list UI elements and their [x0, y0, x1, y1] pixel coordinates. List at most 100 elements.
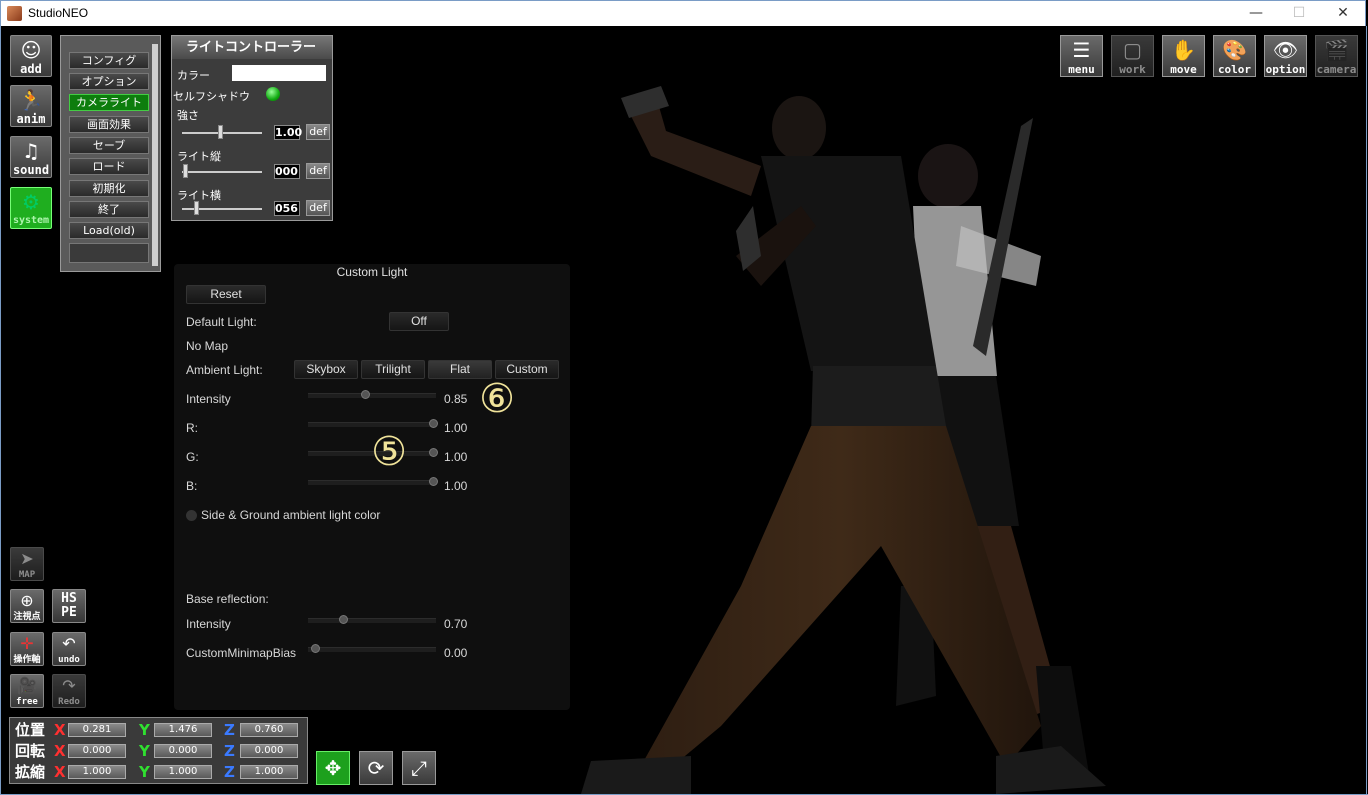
ambient-light-label: Ambient Light: — [186, 363, 263, 377]
intensity-slider-handle[interactable] — [361, 390, 370, 399]
window-frame-right — [1366, 26, 1367, 795]
side-ground-label: Side & Ground ambient light color — [201, 508, 381, 522]
position-y-field[interactable]: 1.476 — [154, 723, 212, 737]
close-button[interactable]: ✕ — [1320, 1, 1366, 27]
minimap-bias-slider[interactable] — [308, 647, 436, 652]
map-button[interactable]: ➤ MAP — [10, 547, 44, 581]
menu-screen-effect[interactable]: 画面効果 — [69, 116, 149, 133]
light-horizontal-def-button[interactable]: def — [306, 200, 330, 216]
menu-load-old[interactable]: Load(old) — [69, 222, 149, 239]
g-slider-handle[interactable] — [429, 448, 438, 457]
custom-light-panel: Custom Light Reset Default Light: Off No… — [174, 264, 570, 710]
scale-gizmo-button[interactable]: ⤢ — [402, 751, 436, 785]
work-button[interactable]: ▢ work — [1111, 35, 1154, 77]
camera-label: camera — [1316, 63, 1357, 76]
self-shadow-toggle[interactable] — [266, 87, 280, 101]
b-slider[interactable] — [308, 480, 436, 485]
camera-button[interactable]: 🎬 camera — [1315, 35, 1358, 77]
light-vertical-slider[interactable] — [182, 171, 262, 173]
menu-label: menu — [1068, 63, 1095, 76]
light-horizontal-label: ライト横 — [177, 189, 221, 202]
free-camera-button[interactable]: 🎥 free — [10, 674, 44, 708]
move-button[interactable]: ✋ move — [1162, 35, 1205, 77]
maximize-button[interactable]: ☐ — [1276, 1, 1322, 27]
redo-button[interactable]: ↷ Redo — [52, 674, 86, 708]
minimize-button[interactable]: — — [1233, 1, 1279, 27]
base-intensity-slider[interactable] — [308, 618, 436, 623]
move-gizmo-button[interactable]: ✥ — [316, 751, 350, 785]
default-light-label: Default Light: — [186, 315, 257, 329]
minimap-bias-value: 0.00 — [444, 646, 468, 660]
reset-button[interactable]: Reset — [186, 285, 266, 304]
work-label: work — [1119, 63, 1146, 76]
r-slider-handle[interactable] — [429, 419, 438, 428]
undo-button[interactable]: ↶ undo — [52, 632, 86, 666]
rotation-y-field[interactable]: 0.000 — [154, 744, 212, 758]
base-intensity-label: Intensity — [186, 617, 231, 631]
r-slider[interactable] — [308, 422, 436, 427]
strength-slider-handle[interactable] — [218, 125, 223, 139]
light-vertical-def-button[interactable]: def — [306, 163, 330, 179]
color-label: カラー — [177, 69, 210, 82]
rotate-icon: ⟳ — [367, 756, 385, 780]
light-vertical-handle[interactable] — [183, 164, 188, 178]
position-x-field[interactable]: 0.281 — [68, 723, 126, 737]
option-button[interactable]: 👁 option — [1264, 35, 1307, 77]
axis-button[interactable]: ✛ 操作軸 — [10, 632, 44, 666]
crosshair-icon: ⊕ — [20, 591, 34, 610]
ambient-trilight-button[interactable]: Trilight — [361, 360, 425, 379]
anim-icon: 🏃 — [18, 88, 44, 112]
scale-z-field[interactable]: 1.000 — [240, 765, 298, 779]
anim-button[interactable]: 🏃 anim — [10, 85, 52, 127]
menu-exit[interactable]: 終了 — [69, 201, 149, 218]
ambient-skybox-button[interactable]: Skybox — [294, 360, 358, 379]
scale-y-field[interactable]: 1.000 — [154, 765, 212, 779]
light-controller-panel: ライトコントローラー カラー セルフシャドウ 強さ 1.00 def ライト縦 … — [171, 35, 333, 221]
focus-point-button[interactable]: ⊕ 注視点 — [10, 589, 44, 623]
menu-icon: ☰ — [1072, 38, 1091, 62]
rotation-z-field[interactable]: 0.000 — [240, 744, 298, 758]
side-ground-checkbox[interactable] — [186, 510, 197, 521]
menu-load[interactable]: ロード — [69, 158, 149, 175]
intensity-value: 0.85 — [444, 392, 468, 406]
light-vertical-value[interactable]: 000 — [274, 164, 300, 179]
redo-label: Redo — [58, 697, 80, 707]
minimap-bias-handle[interactable] — [311, 644, 320, 653]
strength-def-button[interactable]: def — [306, 124, 330, 140]
system-button[interactable]: ⚙ system — [10, 187, 52, 229]
menu-config[interactable]: コンフィグ — [69, 52, 149, 69]
undo-icon: ↶ — [62, 634, 76, 653]
rotate-gizmo-button[interactable]: ⟳ — [359, 751, 393, 785]
add-button[interactable]: ☺ add — [10, 35, 52, 77]
hspe-button[interactable]: HS PE — [52, 589, 86, 623]
light-color-swatch[interactable] — [232, 65, 326, 81]
menu-initialize[interactable]: 初期化 — [69, 180, 149, 197]
free-label: free — [16, 697, 38, 707]
color-button[interactable]: 🎨 color — [1213, 35, 1256, 77]
axis-label: 操作軸 — [13, 655, 41, 665]
b-slider-handle[interactable] — [429, 477, 438, 486]
sound-button[interactable]: ♫ sound — [10, 136, 52, 178]
position-x-label: X — [54, 721, 66, 739]
intensity-slider[interactable] — [308, 393, 436, 398]
r-value: 1.00 — [444, 421, 468, 435]
scale-x-field[interactable]: 1.000 — [68, 765, 126, 779]
default-light-toggle[interactable]: Off — [389, 312, 449, 331]
menu-button[interactable]: ☰ menu — [1060, 35, 1103, 77]
strength-value[interactable]: 1.00 — [274, 125, 302, 140]
system-menu-scrollbar[interactable] — [152, 44, 158, 266]
menu-save[interactable]: セーブ — [69, 137, 149, 154]
rotation-label: 回転 — [15, 742, 46, 760]
self-shadow-label: セルフシャドウ — [173, 90, 250, 103]
scale-z-label: Z — [224, 763, 235, 781]
sound-icon: ♫ — [22, 139, 40, 163]
menu-option[interactable]: オプション — [69, 73, 149, 90]
menu-camera-light[interactable]: カメラライト — [69, 94, 149, 111]
move-label: move — [1170, 63, 1197, 76]
custom-light-title: Custom Light — [336, 265, 408, 279]
rotation-x-field[interactable]: 0.000 — [68, 744, 126, 758]
light-horizontal-value[interactable]: 056 — [274, 201, 300, 216]
light-horizontal-handle[interactable] — [194, 201, 199, 215]
base-intensity-handle[interactable] — [339, 615, 348, 624]
position-z-field[interactable]: 0.760 — [240, 723, 298, 737]
